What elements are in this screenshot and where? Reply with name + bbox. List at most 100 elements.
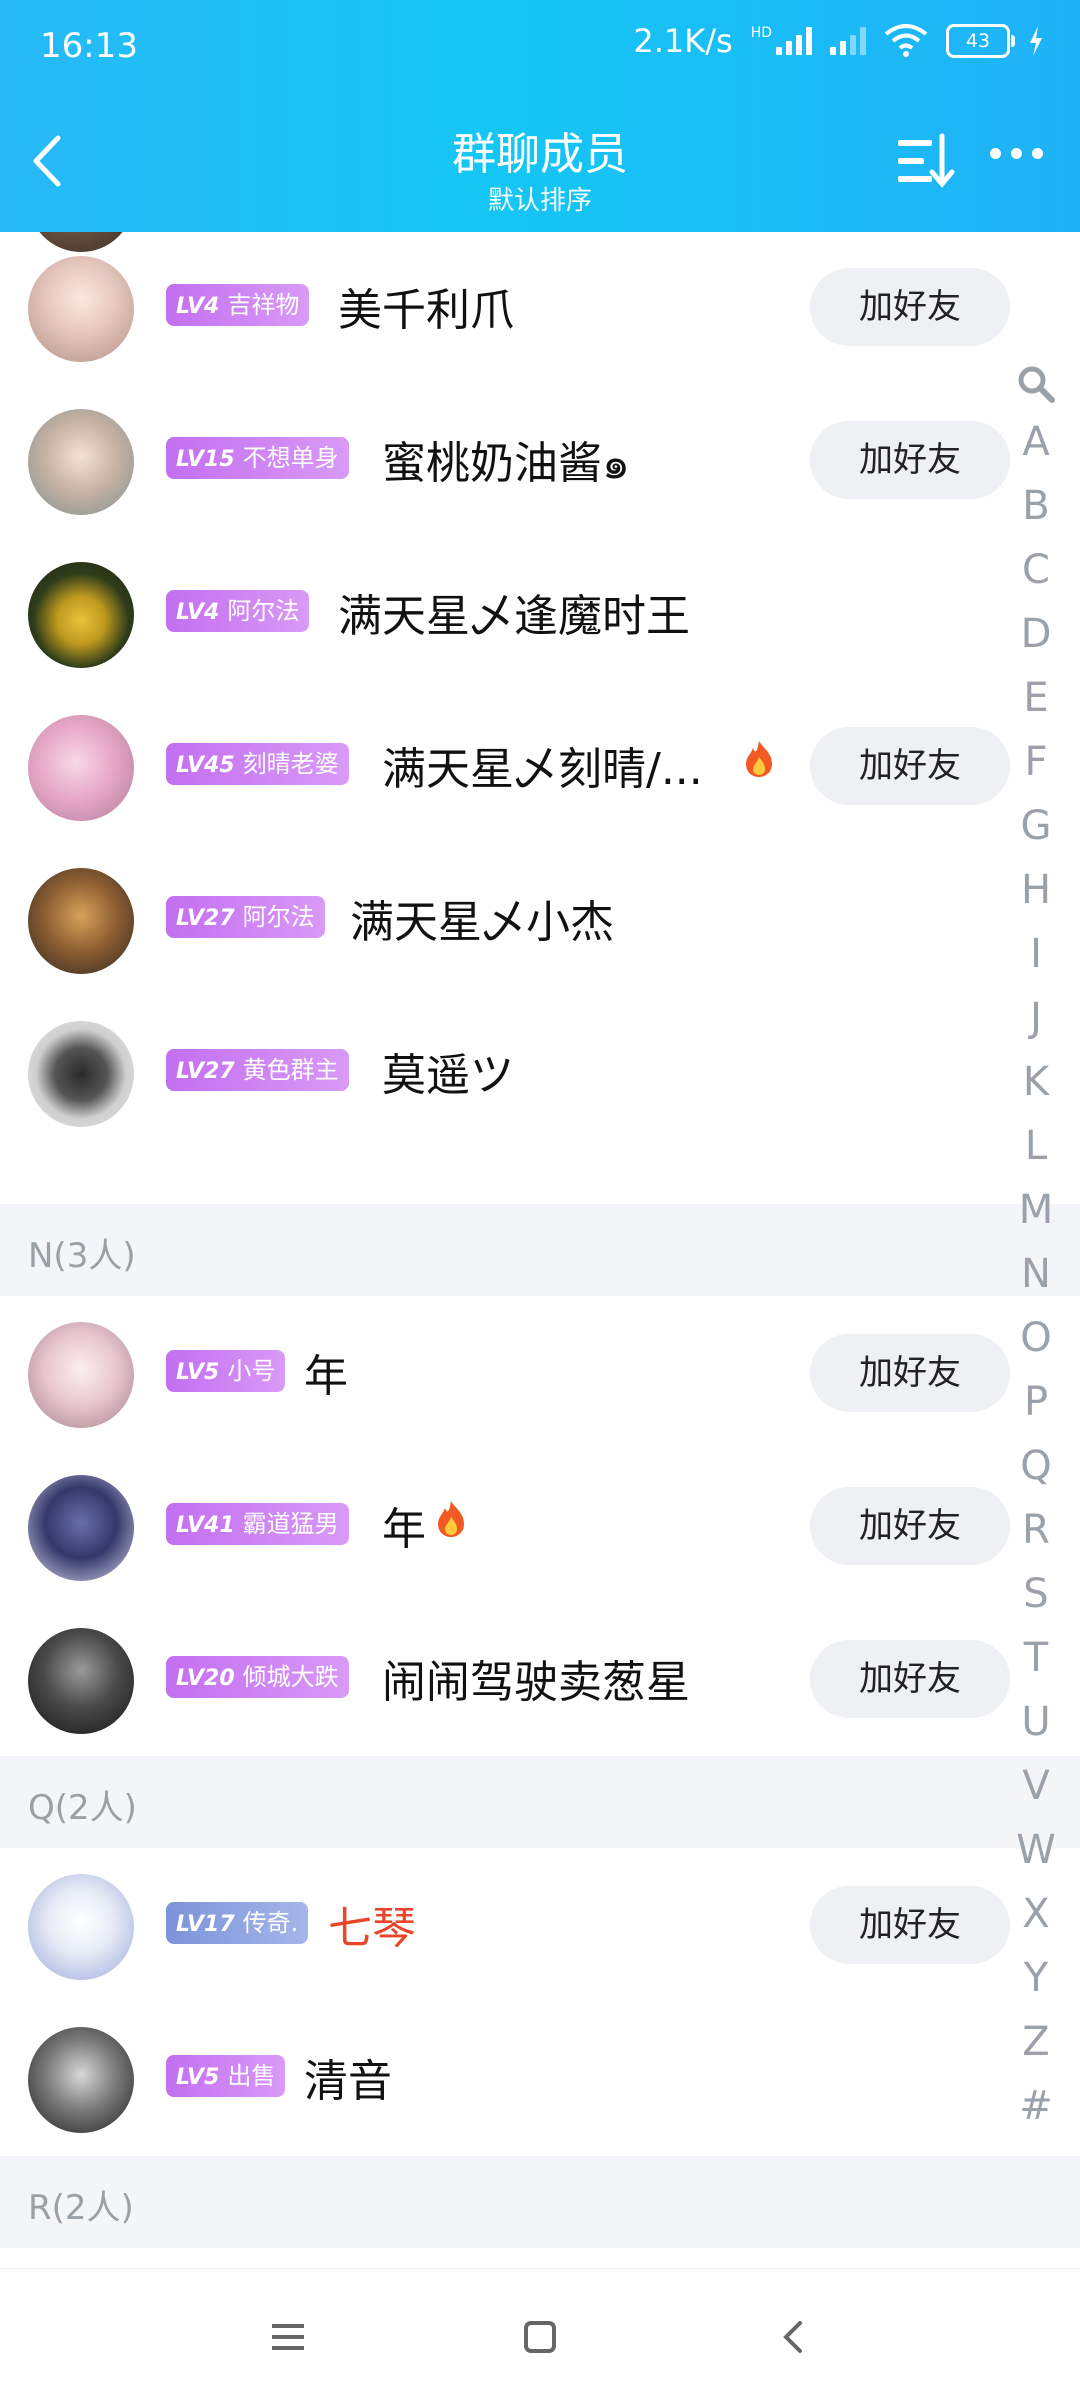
index-letter[interactable]: N: [1008, 1242, 1064, 1306]
section-label: Q(2人): [28, 1788, 137, 1828]
add-friend-button[interactable]: 加好友: [810, 1487, 1010, 1565]
index-letter[interactable]: A: [1008, 410, 1064, 474]
index-letter[interactable]: R: [1008, 1498, 1064, 1562]
level-tag: LV45 刻晴老婆: [166, 743, 349, 785]
avatar: [28, 562, 134, 668]
list-item[interactable]: LV20 倾城大跌 闹闹驾驶卖葱星 加好友: [0, 1604, 1080, 1757]
index-letter[interactable]: K: [1008, 1050, 1064, 1114]
member-name: 年: [304, 1351, 348, 1402]
avatar: [28, 409, 134, 515]
index-letter[interactable]: J: [1008, 986, 1064, 1050]
back-chevron-icon: [783, 2321, 802, 2353]
member-name: 满天星乄逢魔时王: [338, 591, 690, 642]
member-name: 满天星乄刻晴/...: [382, 744, 703, 795]
member-name: 闹闹驾驶卖葱星: [382, 1657, 690, 1708]
index-letter[interactable]: Z: [1008, 2010, 1064, 2074]
list-item[interactable]: LV4 吉祥物 美千利爪 加好友: [0, 232, 1080, 385]
index-letter[interactable]: G: [1008, 794, 1064, 858]
hd-label: HD: [750, 25, 772, 41]
index-letter[interactable]: W: [1008, 1818, 1064, 1882]
list-item[interactable]: LV41 霸道猛男 年 加好友: [0, 1451, 1080, 1604]
index-letter[interactable]: U: [1008, 1690, 1064, 1754]
member-name: 满天星乄小杰: [350, 897, 614, 948]
fire-icon: [746, 741, 772, 777]
member-name: 莫遥ツ: [382, 1050, 514, 1101]
wifi-icon: [884, 24, 928, 57]
index-letter[interactable]: F: [1008, 730, 1064, 794]
level-tag: LV17 传奇.: [166, 1902, 309, 1944]
index-letter[interactable]: H: [1008, 858, 1064, 922]
list-item[interactable]: LV15 不想单身 蜜桃奶油酱๑ 加好友: [0, 385, 1080, 538]
dot-icon: [990, 148, 1001, 159]
index-search[interactable]: [1008, 358, 1064, 410]
index-letter[interactable]: C: [1008, 538, 1064, 602]
signal-icon-2: [830, 27, 866, 55]
system-nav-bar: [0, 2268, 1080, 2401]
level-tag: LV4 吉祥物: [166, 284, 310, 326]
add-friend-button[interactable]: 加好友: [810, 1640, 1010, 1718]
list-item[interactable]: LV45 刻晴老婆 满天星乄刻晴/... 加好友: [0, 691, 1080, 844]
add-friend-button[interactable]: 加好友: [810, 268, 1010, 346]
index-letter[interactable]: B: [1008, 474, 1064, 538]
index-letter[interactable]: I: [1008, 922, 1064, 986]
avatar: [28, 2027, 134, 2133]
status-icons: 2.1K/s HD 43: [633, 22, 1044, 60]
index-letter[interactable]: X: [1008, 1882, 1064, 1946]
list-item[interactable]: LV5 小号 年 加好友: [0, 1298, 1080, 1451]
list-item[interactable]: LV27 黄色群主 莫遥ツ: [0, 997, 1080, 1150]
member-name: 美千利爪: [338, 285, 514, 336]
index-letter[interactable]: S: [1008, 1562, 1064, 1626]
status-time: 16:13: [40, 26, 138, 66]
level-tag: LV20 倾城大跌: [166, 1656, 349, 1698]
list-item[interactable]: LV27 阿尔法 满天星乄小杰: [0, 844, 1080, 997]
index-letter[interactable]: P: [1008, 1370, 1064, 1434]
index-letter[interactable]: Y: [1008, 1946, 1064, 2010]
add-friend-button[interactable]: 加好友: [810, 421, 1010, 499]
index-letter[interactable]: V: [1008, 1754, 1064, 1818]
level-tag: LV5 小号: [166, 1350, 286, 1392]
home-square-icon: [524, 2321, 556, 2353]
avatar: [28, 1021, 134, 1127]
menu-icon: [272, 2324, 304, 2350]
member-name: 清音: [304, 2056, 392, 2107]
index-letter[interactable]: T: [1008, 1626, 1064, 1690]
section-label: N(3人): [28, 1236, 136, 1276]
level-tag: LV5 出售: [166, 2055, 286, 2097]
list-item[interactable]: LV5 出售 清音: [0, 2003, 1080, 2156]
index-letter[interactable]: #: [1008, 2074, 1064, 2138]
alphabet-index[interactable]: A B C D E F G H I J K L M N O P Q R S T …: [1008, 358, 1064, 2138]
member-name: 蜜桃奶油酱๑: [382, 438, 630, 489]
avatar: [28, 1628, 134, 1734]
dot-icon: [1032, 148, 1043, 159]
list-item[interactable]: LV17 传奇. 七琴 加好友: [0, 1850, 1080, 2003]
level-tag: LV27 黄色群主: [166, 1049, 349, 1091]
index-letter[interactable]: L: [1008, 1114, 1064, 1178]
system-back-button[interactable]: [772, 2315, 816, 2359]
search-icon: [1018, 366, 1055, 403]
index-letter[interactable]: E: [1008, 666, 1064, 730]
dot-icon: [1011, 148, 1022, 159]
level-tag: LV27 阿尔法: [166, 896, 325, 938]
battery-icon: 43: [946, 24, 1015, 58]
avatar: [28, 868, 134, 974]
avatar: [28, 715, 134, 821]
index-letter[interactable]: O: [1008, 1306, 1064, 1370]
add-friend-button[interactable]: 加好友: [810, 1334, 1010, 1412]
add-friend-button[interactable]: 加好友: [810, 1886, 1010, 1964]
more-options-button[interactable]: [990, 148, 1043, 159]
index-letter[interactable]: D: [1008, 602, 1064, 666]
member-list[interactable]: LV4 吉祥物 美千利爪 加好友 LV15 不想单身 蜜桃奶油酱๑ 加好友 LV4 阿…: [0, 232, 1080, 2268]
add-friend-button[interactable]: 加好友: [810, 727, 1010, 805]
avatar: [28, 1322, 134, 1428]
fire-icon: [438, 1501, 464, 1537]
index-letter[interactable]: Q: [1008, 1434, 1064, 1498]
recents-button[interactable]: [266, 2315, 310, 2359]
network-speed: 2.1K/s: [633, 22, 733, 60]
sort-button[interactable]: [892, 130, 962, 194]
list-item[interactable]: LV4 阿尔法 满天星乄逢魔时王: [0, 538, 1080, 691]
home-button[interactable]: [518, 2315, 562, 2359]
index-letter[interactable]: M: [1008, 1178, 1064, 1242]
level-tag: LV15 不想单身: [166, 437, 349, 479]
section-label: R(2人): [28, 2188, 134, 2228]
sort-icon: [898, 133, 955, 188]
